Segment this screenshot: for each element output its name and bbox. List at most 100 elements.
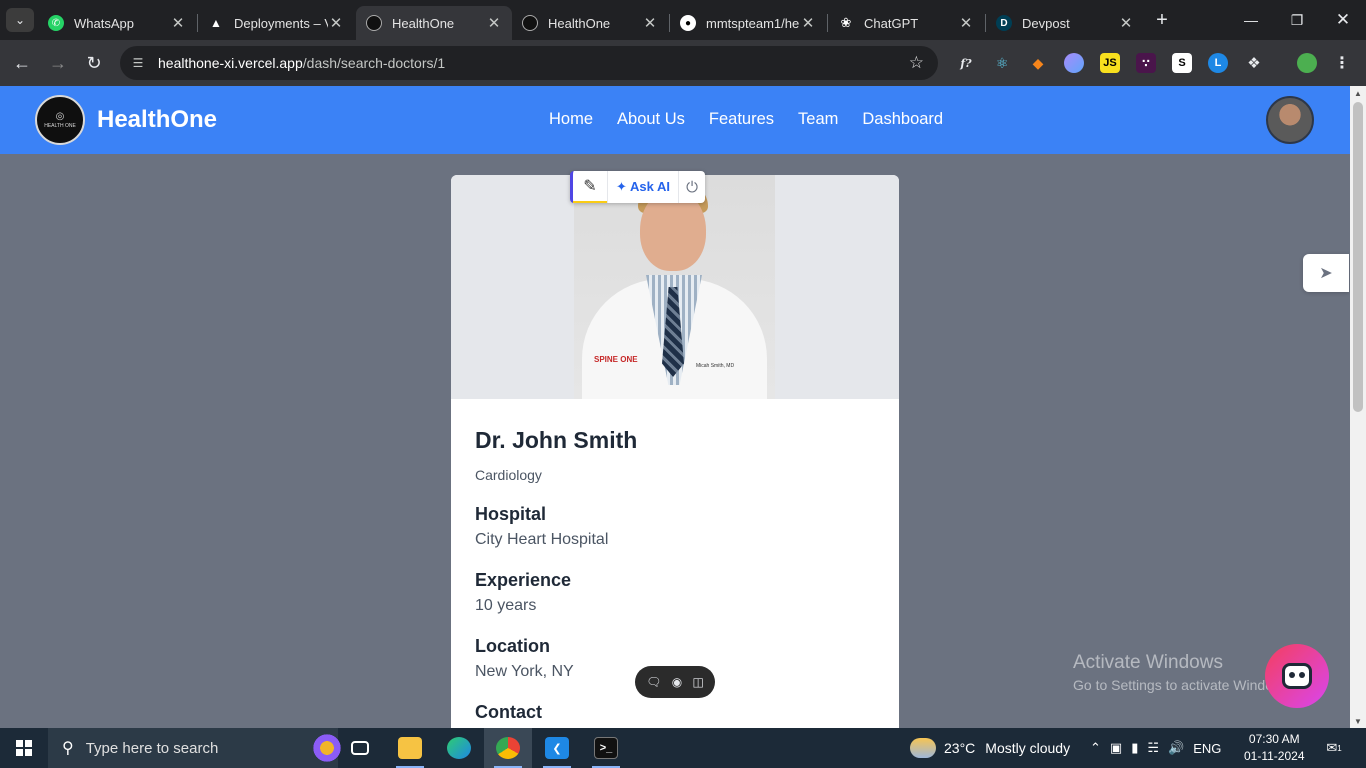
meet-camera-icon[interactable]: ▣ xyxy=(1110,740,1122,756)
l-extension-icon[interactable]: L xyxy=(1208,53,1228,73)
contact-label: Contact xyxy=(475,702,542,722)
comment-icon[interactable]: 🗨 xyxy=(646,675,661,689)
eye-icon[interactable]: ◉ xyxy=(672,675,682,689)
bookmark-star-icon[interactable]: ☆ xyxy=(909,53,924,73)
chatgpt-icon: ❀ xyxy=(840,15,852,30)
nav-home[interactable]: Home xyxy=(549,110,593,129)
reload-icon[interactable]: ↻ xyxy=(81,50,107,76)
page-viewport: ◎ HEALTH ONE HealthOne Home About Us Fea… xyxy=(0,86,1350,728)
highlighter-pen-icon[interactable]: ✎ xyxy=(573,171,607,203)
nav-about-us[interactable]: About Us xyxy=(617,110,685,129)
vscode-icon[interactable]: ❮ xyxy=(533,728,581,768)
logo-mark-icon: ◎ xyxy=(55,111,65,122)
annotation-toolbar: ✎ ✦ Ask AI ⏻ xyxy=(570,171,705,203)
nav-team[interactable]: Team xyxy=(798,110,838,129)
hospital-label: Hospital xyxy=(475,504,547,524)
scroll-up-arrow-icon[interactable]: ▲ xyxy=(1350,86,1366,100)
user-avatar[interactable] xyxy=(1266,96,1314,144)
react-devtools-icon[interactable]: ⚛ xyxy=(992,53,1012,73)
js-extension-icon[interactable]: JS xyxy=(1100,53,1120,73)
show-hidden-icons-chevron-icon[interactable]: ⌃ xyxy=(1090,740,1101,756)
extensions-puzzle-icon[interactable]: ❖ xyxy=(1244,53,1264,73)
scroll-down-arrow-icon[interactable]: ▼ xyxy=(1350,714,1366,728)
metamask-icon[interactable]: ◆ xyxy=(1028,53,1048,73)
doctor-profile-card: SPINE ONE Micah Smith, MD Dr. John Smith… xyxy=(451,175,899,728)
page-scrollbar[interactable]: ▲ ▼ xyxy=(1350,86,1366,728)
site-settings-icon[interactable]: ☰ xyxy=(130,55,146,71)
tab-search-chevron-icon[interactable]: ⌄ xyxy=(6,8,34,32)
robot-icon xyxy=(1282,663,1312,689)
tab-github[interactable]: ● mmtspteam1/he ✕ xyxy=(670,6,826,40)
rocket-widget-icon[interactable]: ➤ xyxy=(1303,254,1349,292)
profile-avatar-icon[interactable] xyxy=(1297,53,1317,73)
start-button[interactable] xyxy=(0,728,48,768)
close-tab-icon[interactable]: ✕ xyxy=(1118,14,1134,32)
close-tab-icon[interactable]: ✕ xyxy=(800,14,816,32)
ask-ai-button[interactable]: ✦ Ask AI xyxy=(607,171,679,203)
doctor-specialty: Cardiology xyxy=(475,467,542,483)
close-tab-icon[interactable]: ✕ xyxy=(958,14,974,32)
new-tab-plus-icon[interactable]: + xyxy=(1152,8,1172,32)
taskbar-clock[interactable]: 07:30 AM 01-11-2024 xyxy=(1244,731,1305,765)
url-text[interactable]: healthone-xi.vercel.app/dash/search-doct… xyxy=(158,55,909,71)
fx-extension-icon[interactable]: f? xyxy=(956,53,976,73)
wifi-icon[interactable]: ☵ xyxy=(1147,740,1159,756)
task-view-icon[interactable] xyxy=(336,728,384,768)
menu-kebab-icon[interactable]: ⋮ xyxy=(1332,53,1352,73)
book-icon[interactable]: ◫ xyxy=(693,675,704,689)
github-icon: ● xyxy=(680,15,696,31)
language-indicator[interactable]: ENG xyxy=(1193,741,1221,756)
restore-icon[interactable]: ❐ xyxy=(1274,0,1320,40)
tab-devpost[interactable]: D Devpost ✕ xyxy=(986,6,1144,40)
notification-center-icon[interactable]: ✉ 1 xyxy=(1322,736,1346,760)
taskbar-search-box[interactable]: ⚲ Type here to search xyxy=(48,728,343,768)
windows-logo-icon xyxy=(16,740,32,756)
tab-deployments[interactable]: ▲ Deployments – V ✕ xyxy=(198,6,354,40)
close-tab-icon[interactable]: ✕ xyxy=(328,14,344,32)
battery-icon[interactable]: ▮ xyxy=(1131,740,1138,756)
close-tab-icon[interactable]: ✕ xyxy=(486,14,502,32)
chatbot-button[interactable] xyxy=(1265,644,1329,708)
forward-arrow-icon[interactable]: → xyxy=(45,50,71,76)
hospital-field: Hospital City Heart Hospital xyxy=(475,504,875,549)
edge-icon[interactable] xyxy=(435,728,483,768)
experience-field: Experience 10 years xyxy=(475,570,875,615)
chrome-icon[interactable] xyxy=(484,728,532,768)
browser-tab-strip: ⌄ ✆ WhatsApp ✕ ▲ Deployments – V ✕ Healt… xyxy=(0,0,1366,40)
back-arrow-icon[interactable]: ← xyxy=(9,50,35,76)
whatsapp-icon: ✆ xyxy=(48,15,64,31)
tab-healthone[interactable]: HealthOne ✕ xyxy=(512,6,668,40)
close-tab-icon[interactable]: ✕ xyxy=(170,14,186,32)
scrollbar-thumb[interactable] xyxy=(1353,102,1363,412)
windows-taskbar: ⚲ Type here to search ❮ >_ 23°C Mostly c… xyxy=(0,728,1366,768)
tab-whatsapp[interactable]: ✆ WhatsApp ✕ xyxy=(38,6,196,40)
brand-title[interactable]: HealthOne xyxy=(97,106,217,134)
address-bar[interactable]: ☰ healthone-xi.vercel.app/dash/search-do… xyxy=(120,46,938,80)
close-window-icon[interactable]: ✕ xyxy=(1320,0,1366,40)
healthone-icon xyxy=(522,15,538,31)
volume-icon[interactable]: 🔊 xyxy=(1168,740,1184,756)
git-extension-icon[interactable]: ∵ xyxy=(1136,53,1156,73)
hospital-value: City Heart Hospital xyxy=(475,531,609,548)
healthone-logo[interactable]: ◎ HEALTH ONE xyxy=(35,95,85,145)
tab-healthone-active[interactable]: HealthOne ✕ xyxy=(356,6,512,40)
vercel-icon: ▲ xyxy=(210,16,222,30)
minimize-icon[interactable]: — xyxy=(1228,0,1274,40)
close-tab-icon[interactable]: ✕ xyxy=(642,14,658,32)
browser-toolbar: ← → ↻ ☰ healthone-xi.vercel.app/dash/sea… xyxy=(0,40,1366,86)
gradient-extension-icon[interactable] xyxy=(1064,53,1084,73)
power-icon[interactable]: ⏻ xyxy=(679,179,705,196)
contact-field: Contact xyxy=(475,702,875,723)
file-explorer-icon[interactable] xyxy=(386,728,434,768)
tab-chatgpt[interactable]: ❀ ChatGPT ✕ xyxy=(828,6,984,40)
coat-name-tag: Micah Smith, MD xyxy=(696,363,735,369)
doctor-photo: SPINE ONE Micah Smith, MD xyxy=(574,175,775,399)
experience-label: Experience xyxy=(475,570,572,590)
weather-widget[interactable]: 23°C Mostly cloudy xyxy=(910,728,1070,768)
nav-dashboard[interactable]: Dashboard xyxy=(862,110,943,129)
s-extension-icon[interactable]: S xyxy=(1172,53,1192,73)
doctor-photo-frame: SPINE ONE Micah Smith, MD xyxy=(451,175,899,399)
nav-features[interactable]: Features xyxy=(709,110,774,129)
coat-logo-patch: SPINE ONE xyxy=(594,355,638,364)
terminal-icon[interactable]: >_ xyxy=(582,728,630,768)
